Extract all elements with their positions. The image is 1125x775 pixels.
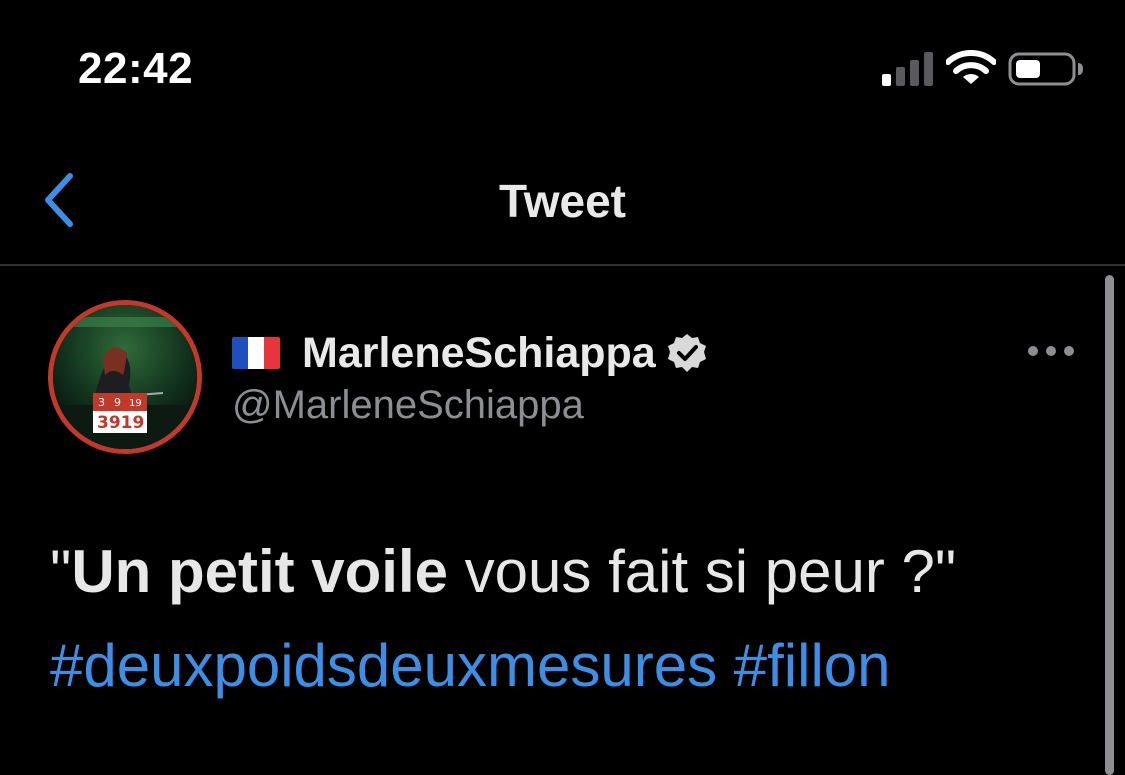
status-time: 22:42 [78, 44, 194, 93]
tweet-quote-open: " [50, 538, 72, 605]
page-title: Tweet [499, 175, 626, 227]
author-row[interactable]: MarleneSchiappa [232, 324, 708, 382]
status-bar: 22:42 [0, 0, 1125, 140]
hashtag-link[interactable]: #deuxpoidsdeuxmesures [50, 632, 717, 699]
more-options-icon[interactable] [1026, 340, 1076, 362]
scrollbar[interactable] [1105, 275, 1114, 775]
author-display-name: MarleneSchiappa [302, 328, 656, 377]
wifi-icon [946, 50, 996, 84]
tweet-text: "Un petit voile vous fait si peur ?" #de… [50, 525, 1090, 713]
hashtag-link[interactable]: #fillon [734, 632, 891, 699]
verified-badge-icon [667, 334, 706, 372]
france-flag-icon [232, 337, 280, 369]
avatar-badge-top: 3 [98, 396, 105, 409]
avatar-badge-top: 9 [114, 396, 121, 409]
header-divider [0, 264, 1125, 266]
avatar-photo: 3 9 19 3919 [53, 305, 197, 449]
tweet-text-bold: Un petit voile [71, 538, 449, 605]
battery-icon [1008, 52, 1083, 86]
cellular-signal-icon [882, 52, 933, 86]
tweet-text-line: "Un petit voile vous fait si peur ?" [50, 525, 1090, 619]
avatar-badge-top: 19 [129, 398, 142, 409]
tweet-hashtags: #deuxpoidsdeuxmesures #fillon [50, 619, 1090, 713]
author-handle[interactable]: @MarleneSchiappa [232, 383, 584, 428]
nav-bar: Tweet [0, 140, 1125, 264]
tweet-text-rest: vous fait si peur ?" [448, 538, 957, 605]
avatar[interactable]: 3 9 19 3919 [48, 300, 202, 454]
avatar-badge-number: 3919 [97, 413, 144, 433]
